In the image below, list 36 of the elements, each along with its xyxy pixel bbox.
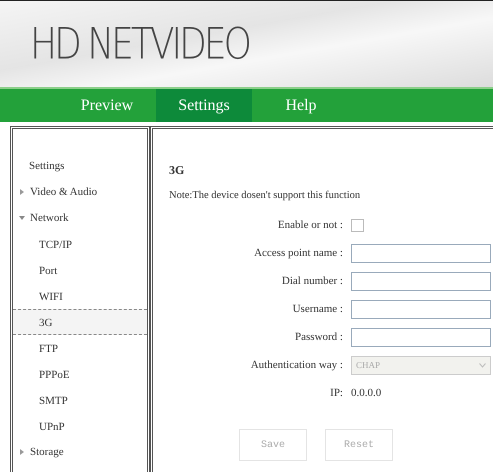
sidebar-group-label: Video & Audio — [30, 186, 98, 198]
sidebar-item[interactable]: WIFI — [13, 283, 147, 309]
note-text: Note:The device dosen't support this function — [169, 190, 362, 201]
sidebar-item[interactable]: UPnP — [13, 413, 147, 439]
ip-value: 0.0.0.0 — [351, 387, 382, 399]
checkbox[interactable] — [351, 218, 364, 232]
field-label: Password : — [294, 331, 343, 343]
sidebar-group-label: Storage — [30, 446, 64, 458]
sidebar-item[interactable]: 3G — [13, 309, 147, 335]
field-label: Username : — [292, 303, 343, 315]
input-field[interactable] — [351, 244, 491, 262]
field-label: Dial number : — [280, 275, 343, 287]
section-title: 3G — [169, 163, 186, 178]
sidebar-group-label: Network — [30, 212, 68, 224]
sidebar-item[interactable]: FTP — [13, 335, 147, 361]
field-label: Access point name : — [253, 247, 343, 259]
sidebar-item[interactable]: TCP/IP — [13, 231, 147, 257]
caret-right-icon[interactable] — [19, 189, 25, 195]
sidebar-group[interactable]: Storage — [13, 439, 147, 465]
logo: HD NETVIDEO — [30, 19, 249, 69]
sidebar-group[interactable]: Network — [13, 205, 147, 231]
caret-right-icon[interactable] — [19, 449, 25, 455]
chevron-down-icon — [479, 362, 486, 368]
nav-tab[interactable]: Settings — [156, 89, 252, 122]
field-label: Enable or not : — [276, 219, 343, 231]
sidebar-item[interactable]: SMTP — [13, 387, 147, 413]
sidebar-item[interactable]: Port — [13, 257, 147, 283]
sidebar-group[interactable]: Video & Audio — [13, 179, 147, 205]
field-label: IP: — [329, 387, 343, 399]
input-field[interactable] — [351, 272, 491, 290]
caret-down-icon[interactable] — [19, 215, 25, 221]
sidebar-title: Settings — [28, 159, 66, 174]
input-field[interactable] — [351, 328, 491, 346]
input-field[interactable] — [351, 300, 491, 318]
field-label: Authentication way : — [250, 359, 343, 371]
sidebar-item[interactable]: PPPoE — [13, 361, 147, 387]
